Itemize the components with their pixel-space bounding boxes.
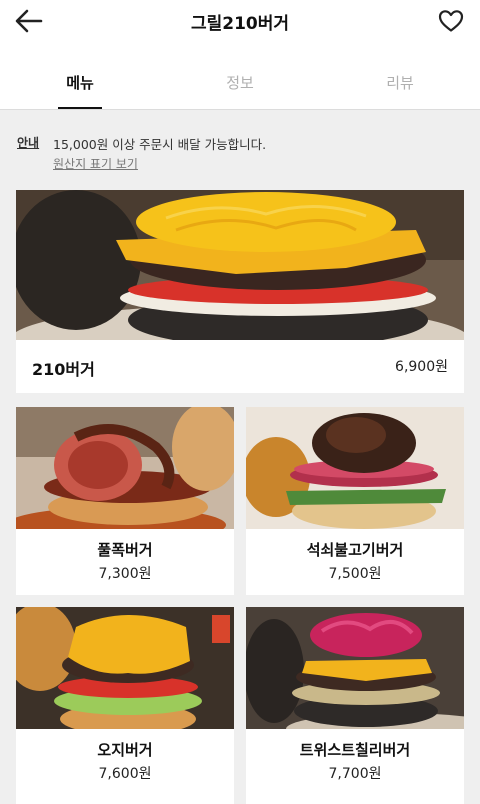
menu-name: 오지버거 xyxy=(97,741,153,759)
menu-card-twist-chili-burger[interactable]: 트위스트칠리버거 7,700원 xyxy=(246,607,464,804)
menu-card-oji-burger[interactable]: 오지버거 7,600원 xyxy=(16,607,234,804)
menu-price: 7,300원 xyxy=(98,566,152,582)
menu-name: 210버거 xyxy=(32,360,95,379)
notice-label: 안내 xyxy=(17,136,40,150)
tab-bar: 메뉴 정보 리뷰 xyxy=(0,62,480,110)
menu-name: 석쇠불고기버거 xyxy=(306,541,404,559)
burger-photo xyxy=(16,607,234,729)
origin-info-link[interactable]: 원산지 표기 보기 xyxy=(53,155,138,172)
burger-photo xyxy=(246,607,464,729)
top-app-bar: 그릴210버거 메뉴 정보 리뷰 xyxy=(0,0,480,110)
tab-menu[interactable]: 메뉴 xyxy=(0,62,160,110)
menu-name: 트위스트칠리버거 xyxy=(299,741,411,759)
tab-info[interactable]: 정보 xyxy=(160,62,320,110)
burger-photo xyxy=(246,407,464,529)
notice-text: 15,000원 이상 주문시 배달 가능합니다. xyxy=(53,137,267,152)
menu-price: 7,500원 xyxy=(328,566,382,582)
menu-price: 6,900원 xyxy=(395,359,448,375)
menu-card-210-burger[interactable]: 210버거 6,900원 xyxy=(16,190,464,393)
notice-section: 안내 15,000원 이상 주문시 배달 가능합니다. 원산지 표기 보기 xyxy=(0,110,480,180)
menu-card-pulled-pork-burger[interactable]: 풀폭버거 7,300원 xyxy=(16,407,234,595)
menu-name: 풀폭버거 xyxy=(97,541,153,559)
burger-photo xyxy=(16,407,234,529)
menu-card-grilled-bulgogi-burger[interactable]: 석쇠불고기버거 7,500원 xyxy=(246,407,464,595)
heart-outline-icon xyxy=(438,10,464,32)
burger-photo xyxy=(16,190,464,340)
menu-price: 7,700원 xyxy=(328,766,382,782)
tab-reviews[interactable]: 리뷰 xyxy=(320,62,480,110)
menu-price: 7,600원 xyxy=(98,766,152,782)
favorite-button[interactable] xyxy=(438,9,464,33)
page-title: 그릴210버거 xyxy=(190,14,290,34)
